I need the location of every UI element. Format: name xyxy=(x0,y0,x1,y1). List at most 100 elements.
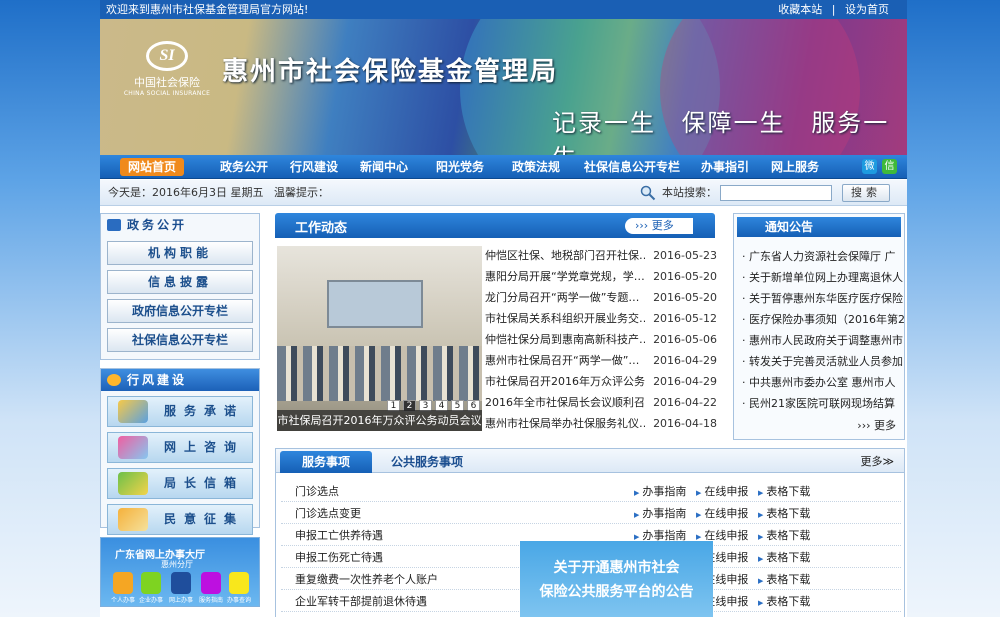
top-bar: 欢迎来到惠州市社保基金管理局官方网站! 收藏本站 | 设为首页 xyxy=(100,0,907,19)
news-title: 仲恺社保分局到惠南高新科技产… xyxy=(485,333,645,346)
notice-text: 中共惠州市委办公室 惠州市人 xyxy=(749,376,896,389)
news-item[interactable]: 惠州市社保局举办社保服务礼仪… 2016-04-18 xyxy=(485,413,717,434)
welcome-text: 欢迎来到惠州市社保基金管理局官方网站! xyxy=(106,3,309,16)
nav-item-gov-affairs[interactable]: 政务公开 xyxy=(220,158,268,176)
site-logo[interactable]: SI 中国社会保险 CHINA SOCIAL INSURANCE xyxy=(122,41,212,97)
notice-panel: 通知公告 · 广东省人力资源社会保障厅 广 · 关于新增单位网上办理离退休人… … xyxy=(733,213,905,440)
pencil-icon xyxy=(118,400,148,423)
nav-item-online[interactable]: 网上服务 xyxy=(771,158,819,176)
notice-item[interactable]: · 关于新增单位网上办理离退休人… xyxy=(734,267,904,288)
online-service-hall-banner[interactable]: 广东省网上办事大厅 惠州分厅 个人办事 企业办事 网上办事 服务指南 办事查询 xyxy=(100,537,260,607)
news-item[interactable]: 市社保局召开2016年万众评公务… 2016-04-29 xyxy=(485,371,717,392)
tab-public-services[interactable]: 公共服务事项 xyxy=(391,451,463,473)
more-label: 更多 xyxy=(651,219,674,232)
news-title: 2016年全市社保局长会议顺利召… xyxy=(485,396,645,409)
bookmark-link[interactable]: 收藏本站 xyxy=(778,3,822,16)
news-slideshow[interactable]: 123456 市社保局召开2016年万众评公务动员会议 xyxy=(277,246,482,431)
person-icon xyxy=(113,572,133,594)
service-name[interactable]: 门诊选点变更 xyxy=(295,503,361,524)
service-name[interactable]: 门诊选点 xyxy=(295,481,339,502)
weibo-icon[interactable]: 微 xyxy=(862,159,877,174)
notice-item[interactable]: · 转发关于完善灵活就业人员参加… xyxy=(734,351,904,372)
nav-item-home[interactable]: 网站首页 xyxy=(120,158,185,176)
form-download-link[interactable]: 表格下载 xyxy=(758,591,810,614)
opinion-collect-label: 民意征集 xyxy=(164,512,245,526)
opinion-collect-button[interactable]: 民意征集 xyxy=(107,504,253,535)
services-more-link[interactable]: 更多≫ xyxy=(860,453,894,469)
news-date: 2016-04-29 xyxy=(653,375,717,388)
service-promise-label: 服务承诺 xyxy=(164,404,245,418)
news-item[interactable]: 市社保局关系科组织开展业务交… 2016-05-12 xyxy=(485,308,717,329)
announcement-float-banner[interactable]: 关于开通惠州市社会 保险公共服务平台的公告 xyxy=(520,541,713,617)
nav-item-news[interactable]: 新闻中心 xyxy=(360,158,408,176)
form-download-link[interactable]: 表格下载 xyxy=(758,503,810,526)
si-info-column-button[interactable]: 社保信息公开专栏 xyxy=(107,328,253,352)
service-name[interactable]: 申报工伤死亡待遇 xyxy=(295,547,383,568)
gov-info-column-button[interactable]: 政府信息公开专栏 xyxy=(107,299,253,323)
hall-label: 网上办事 xyxy=(169,597,194,604)
hall-subtitle: 惠州分厅 xyxy=(161,560,193,569)
hall-label: 办事查询 xyxy=(227,597,252,604)
notice-text: 民州21家医院可联网现场结算 xyxy=(749,397,895,410)
news-date: 2016-04-22 xyxy=(653,396,717,409)
form-download-link[interactable]: 表格下载 xyxy=(758,547,810,570)
more-label: 更多 xyxy=(874,419,896,432)
online-apply-link[interactable]: 在线申报 xyxy=(696,503,748,526)
work-news-title: 工作动态 xyxy=(295,221,348,236)
news-title: 惠州市社保局召开“两学一做”… xyxy=(485,354,640,367)
notice-item[interactable]: · 医疗保险办事须知（2016年第2 xyxy=(734,309,904,330)
service-promise-button[interactable]: 服务承诺 xyxy=(107,396,253,427)
info-disclosure-button[interactable]: 信息披露 xyxy=(107,270,253,294)
notice-item[interactable]: · 关于暂停惠州东华医疗医疗保险… xyxy=(734,288,904,309)
news-item[interactable]: 惠阳分局开展“学党章党规，学… 2016-05-20 xyxy=(485,266,717,287)
document-icon xyxy=(118,508,148,531)
news-item[interactable]: 惠州市社保局召开“两学一做”… 2016-04-29 xyxy=(485,350,717,371)
notice-title: 通知公告 xyxy=(737,217,901,237)
gov-affairs-title: 政务公开 xyxy=(127,218,188,232)
meeting-audience xyxy=(277,346,482,401)
notice-text: 医疗保险办事须知（2016年第2 xyxy=(749,313,904,326)
org-functions-button[interactable]: 机构职能 xyxy=(107,241,253,265)
news-item[interactable]: 2016年全市社保局长会议顺利召… 2016-04-22 xyxy=(485,392,717,413)
nav-item-party[interactable]: 阳光党务 xyxy=(436,158,484,176)
tab-services[interactable]: 服务事项 xyxy=(280,451,372,473)
nav-item-policy[interactable]: 政策法规 xyxy=(512,158,560,176)
notice-item[interactable]: · 中共惠州市委办公室 惠州市人 xyxy=(734,372,904,393)
form-download-link[interactable]: 表格下载 xyxy=(758,525,810,548)
notice-item[interactable]: · 惠州市人民政府关于调整惠州市… xyxy=(734,330,904,351)
online-consult-button[interactable]: 网上咨询 xyxy=(107,432,253,463)
set-home-link[interactable]: 设为首页 xyxy=(845,3,889,16)
nav-item-guide[interactable]: 办事指引 xyxy=(701,158,749,176)
notice-text: 关于暂停惠州东华医疗医疗保险… xyxy=(749,292,904,305)
search-input[interactable] xyxy=(720,185,832,201)
news-date: 2016-05-12 xyxy=(653,312,717,325)
company-icon xyxy=(141,572,161,594)
hall-label: 服务指南 xyxy=(199,597,224,604)
top-links: 收藏本站 | 设为首页 xyxy=(778,0,889,19)
form-download-link[interactable]: 表格下载 xyxy=(758,481,810,504)
news-title: 市社保局召开2016年万众评公务… xyxy=(485,375,645,388)
notice-text: 广东省人力资源社会保障厅 广 xyxy=(749,250,896,263)
service-name[interactable]: 重复缴费一次性养老个人账户 xyxy=(295,569,438,590)
news-item[interactable]: 龙门分局召开“两学一做”专题… 2016-05-20 xyxy=(485,287,717,308)
news-item[interactable]: 仲恺区社保、地税部门召开社保… 2016-05-23 xyxy=(485,245,717,266)
nav-item-conduct[interactable]: 行风建设 xyxy=(290,158,338,176)
director-mailbox-button[interactable]: 局长信箱 xyxy=(107,468,253,499)
online-apply-link[interactable]: 在线申报 xyxy=(696,481,748,504)
guide-link[interactable]: 办事指南 xyxy=(634,503,686,526)
notice-item[interactable]: · 民州21家医院可联网现场结算 xyxy=(734,393,904,414)
news-title: 市社保局关系科组织开展业务交… xyxy=(485,312,645,325)
service-name[interactable]: 企业军转干部提前退休待遇 xyxy=(295,591,427,612)
search-button[interactable]: 搜索 xyxy=(842,184,890,202)
form-download-link[interactable]: 表格下载 xyxy=(758,569,810,592)
wechat-icon[interactable]: 信 xyxy=(882,159,897,174)
work-news-more-link[interactable]: ››› 更多 xyxy=(625,218,693,234)
notice-more-link[interactable]: ››› 更多 xyxy=(857,417,896,433)
guide-link[interactable]: 办事指南 xyxy=(634,481,686,504)
news-item[interactable]: 仲恺社保分局到惠南高新科技产… 2016-05-06 xyxy=(485,329,717,350)
nav-item-info-column[interactable]: 社保信息公开专栏 xyxy=(584,158,680,176)
director-mailbox-label: 局长信箱 xyxy=(164,476,245,490)
notice-text: 惠州市人民政府关于调整惠州市… xyxy=(749,334,904,347)
notice-item[interactable]: · 广东省人力资源社会保障厅 广 xyxy=(734,246,904,267)
service-name[interactable]: 申报工亡供养待遇 xyxy=(295,525,383,546)
